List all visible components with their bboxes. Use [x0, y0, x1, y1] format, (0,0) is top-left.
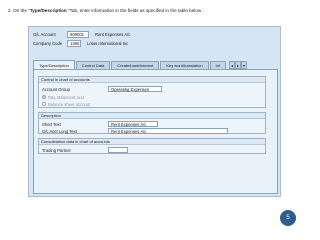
consolidation-group-title: Consolidation data in chart of accounts [39, 139, 265, 145]
account-group-row: Account Group Operating Expenses [42, 86, 162, 92]
company-code-text: Lotus International Inc [87, 41, 129, 46]
account-group-label: Account Group [42, 86, 70, 92]
tab-keyword-translation[interactable]: Key word/translation [160, 61, 209, 69]
short-text-label: Short Text [42, 121, 61, 127]
radio-balance-sheet[interactable]: Balance sheet account [42, 101, 90, 107]
trading-partner-field[interactable] [108, 147, 128, 153]
sap-screen: G/L Account 609001 Rent Expenses A/c Com… [28, 26, 281, 197]
gl-account-field[interactable]: 609001 [67, 31, 89, 38]
tab-information[interactable]: Inf [209, 61, 226, 69]
long-text-row: G/L Acct Long Text Rent Expenses A/c [42, 128, 228, 134]
long-text-label: G/L Acct Long Text [42, 128, 77, 134]
radio-selected-icon [42, 95, 46, 99]
tab-panel: Control in chart of accounts Account Gro… [33, 69, 278, 194]
control-group-title: Control in chart of accounts [39, 77, 265, 83]
long-text-field[interactable]: Rent Expenses A/c [108, 128, 228, 134]
gl-account-label: G/L Account [33, 32, 56, 37]
description-group-title: Description [39, 113, 265, 119]
radio-pl-label: P&L statement acct [48, 94, 85, 100]
tab-list-icon[interactable]: ▾ [241, 61, 247, 69]
instruction-prefix: 2. On the " [8, 8, 30, 13]
company-code-field[interactable]: 1380 [67, 40, 81, 47]
company-code-label: Company Code [33, 41, 63, 46]
instruction-bold: Type/Description [29, 8, 69, 13]
account-group-field[interactable]: Operating Expenses [108, 86, 162, 92]
radio-pl-statement[interactable]: P&L statement acct [42, 94, 84, 100]
company-code-row: Company Code 1380 Lotus International In… [33, 40, 128, 47]
radio-bs-label: Balance sheet account [48, 101, 91, 107]
tab-type-description[interactable]: Type/Description [33, 60, 75, 69]
consolidation-group: Consolidation data in chart of accounts … [38, 138, 266, 154]
instruction-suffix: "Tab, enter information in the fields as… [68, 8, 204, 13]
tab-bar: Type/Description Control Data Create/ban… [33, 60, 278, 69]
description-group: Description Short Text Rent Expenses A/c… [38, 112, 266, 134]
gl-account-text: Rent Expenses A/c [95, 32, 131, 37]
short-text-row: Short Text Rent Expenses A/c [42, 121, 158, 127]
tab-create-bank-interest[interactable]: Create/bank/interest [111, 61, 160, 69]
short-text-field[interactable]: Rent Expenses A/c [108, 121, 158, 127]
instruction-text: 2. On the "Type/Description "Tab, enter … [8, 8, 204, 13]
radio-unselected-icon [42, 102, 46, 106]
trading-partner-row: Trading Partner [42, 147, 128, 153]
trading-partner-label: Trading Partner [42, 147, 71, 153]
gl-account-row: G/L Account 609001 Rent Expenses A/c [33, 31, 130, 38]
control-group: Control in chart of accounts Account Gro… [38, 76, 266, 108]
page-number-badge: 5 [280, 210, 296, 226]
tab-control-data[interactable]: Control Data [75, 61, 111, 69]
